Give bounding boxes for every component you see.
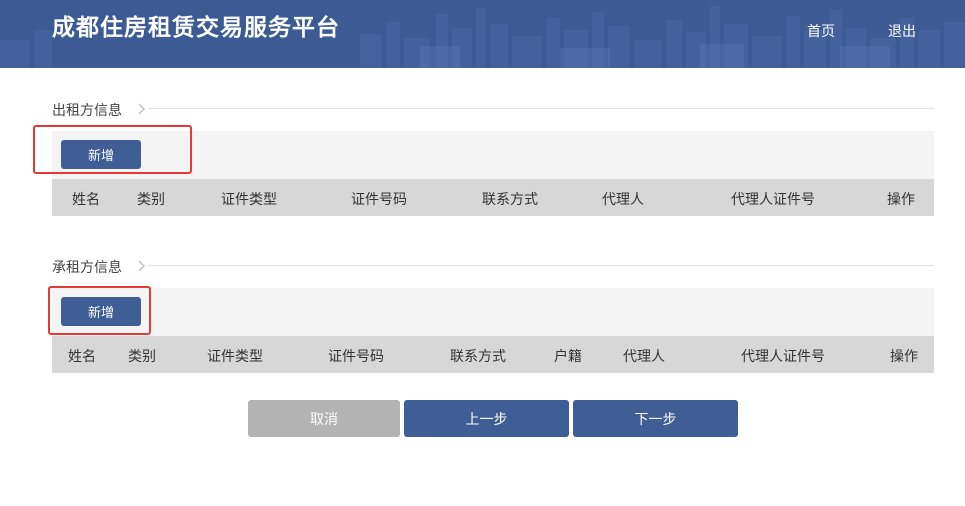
col-name: 姓名	[68, 349, 96, 365]
col-category: 类别	[128, 349, 156, 365]
landlord-add-button[interactable]: 新增	[61, 140, 141, 169]
col-id-number: 证件号码	[351, 192, 407, 208]
col-agent-id: 代理人证件号	[741, 349, 825, 365]
tenant-add-button[interactable]: 新增	[61, 297, 141, 326]
col-household: 户籍	[554, 349, 582, 365]
section-divider	[148, 108, 934, 109]
section-divider	[148, 265, 934, 266]
col-agent: 代理人	[602, 192, 644, 208]
chevron-right-icon	[138, 103, 146, 115]
tenant-section-title: 承租方信息	[52, 260, 122, 276]
landlord-section-title: 出租方信息	[52, 103, 122, 119]
col-agent-id: 代理人证件号	[731, 192, 815, 208]
tenant-table-header: 姓名 类别 证件类型 证件号码 联系方式 户籍 代理人 代理人证件号 操作	[52, 336, 934, 373]
col-actions: 操作	[887, 192, 915, 208]
next-step-button[interactable]: 下一步	[573, 400, 738, 437]
col-name: 姓名	[72, 192, 100, 208]
col-actions: 操作	[890, 349, 918, 365]
landlord-section-header: 出租方信息	[52, 100, 934, 120]
tenant-section-header: 承租方信息	[52, 257, 934, 277]
nav-home-link[interactable]: 首页	[807, 21, 835, 41]
landlord-toolbar: 新增	[52, 131, 934, 179]
col-id-type: 证件类型	[207, 349, 263, 365]
col-contact: 联系方式	[482, 192, 538, 208]
tenant-toolbar: 新增	[52, 288, 934, 336]
col-category: 类别	[137, 192, 165, 208]
site-title: 成都住房租赁交易服务平台	[52, 15, 340, 41]
cancel-button[interactable]: 取消	[248, 400, 400, 437]
col-id-type: 证件类型	[221, 192, 277, 208]
col-agent: 代理人	[623, 349, 665, 365]
nav-exit-link[interactable]: 退出	[888, 21, 916, 41]
landlord-table-header: 姓名 类别 证件类型 证件号码 联系方式 代理人 代理人证件号 操作	[52, 179, 934, 216]
col-contact: 联系方式	[450, 349, 506, 365]
site-header: 成都住房租赁交易服务平台 首页 退出	[0, 0, 965, 68]
previous-step-button[interactable]: 上一步	[404, 400, 569, 437]
col-id-number: 证件号码	[328, 349, 384, 365]
chevron-right-icon	[138, 260, 146, 272]
